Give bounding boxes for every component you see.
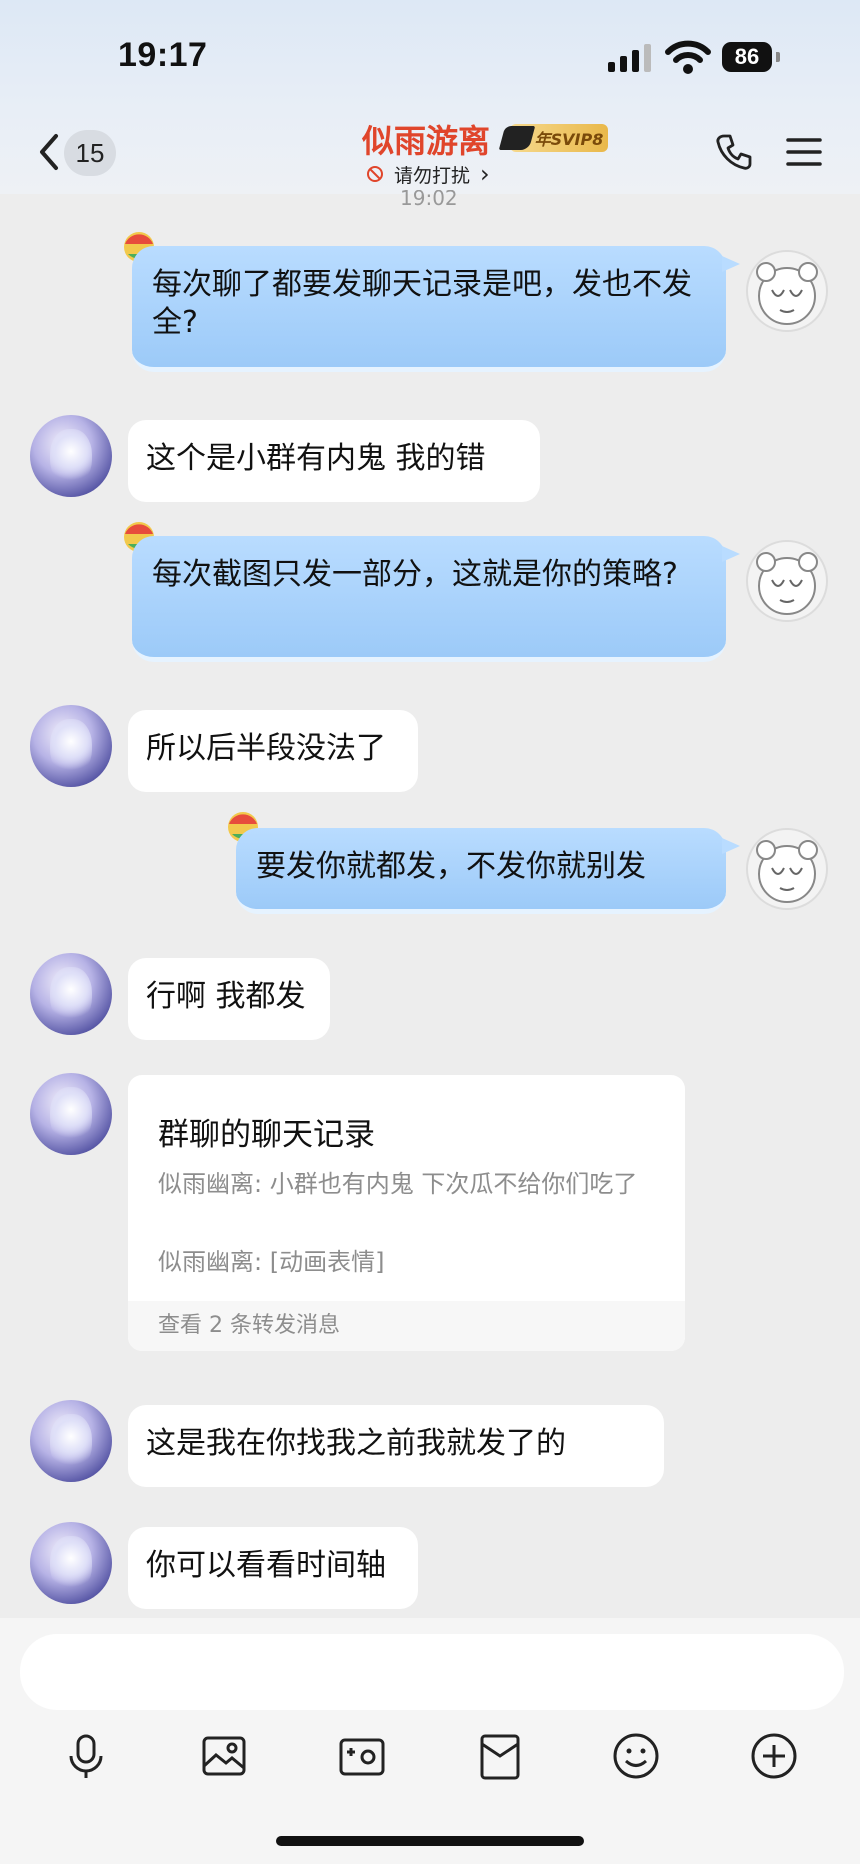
battery-cap xyxy=(776,52,780,62)
contact-name[interactable]: 似雨游离 xyxy=(362,116,490,162)
forward-title: 群聊的聊天记录 xyxy=(158,1117,375,1153)
message-text: 你可以看看时间轴 xyxy=(146,1548,386,1583)
message-text: 这是我在你找我之前我就发了的 xyxy=(146,1426,566,1461)
chat-header: 15 似雨游离 年SVIP8 请勿打扰 › xyxy=(0,110,860,194)
self-avatar[interactable] xyxy=(746,540,828,622)
status-bar: 19:17 86 xyxy=(0,0,860,110)
message-bubble-other[interactable]: 这个是小群有内鬼 我的错 xyxy=(128,420,540,502)
unread-count-badge[interactable]: 15 xyxy=(64,130,116,176)
home-indicator xyxy=(276,1836,584,1846)
phone-icon[interactable] xyxy=(714,132,754,172)
message-text: 行啊 我都发 xyxy=(146,979,306,1014)
message-input[interactable] xyxy=(20,1634,844,1710)
self-avatar[interactable] xyxy=(746,250,828,332)
back-chevron-icon[interactable] xyxy=(34,132,64,172)
red-packet-icon[interactable] xyxy=(472,1728,528,1784)
message-bubble-other[interactable]: 所以后半段没法了 xyxy=(128,710,418,792)
status-text: 请勿打扰 xyxy=(394,164,471,187)
contact-avatar[interactable] xyxy=(30,1073,112,1155)
input-panel xyxy=(0,1618,860,1864)
do-not-disturb-icon xyxy=(367,166,383,182)
message-bubble-other[interactable]: 行啊 我都发 xyxy=(128,958,330,1040)
battery-icon: 86 xyxy=(722,42,772,72)
svip-badge: 年SVIP8 xyxy=(498,124,608,152)
bear-face-icon xyxy=(756,262,818,325)
contact-avatar[interactable] xyxy=(30,1522,112,1604)
emoji-icon[interactable] xyxy=(608,1728,664,1784)
forwarded-chat-card[interactable]: 群聊的聊天记录 似雨幽离: 小群也有内鬼 下次瓜不给你们吃了 似雨幽离: [动画… xyxy=(128,1075,685,1351)
camera-icon[interactable] xyxy=(334,1728,390,1784)
contact-avatar[interactable] xyxy=(30,415,112,497)
contact-avatar[interactable] xyxy=(30,953,112,1035)
plus-icon[interactable] xyxy=(746,1728,802,1784)
view-forwarded-link[interactable]: 查看 2 条转发消息 xyxy=(128,1301,685,1351)
contact-avatar[interactable] xyxy=(30,1400,112,1482)
image-icon[interactable] xyxy=(196,1728,252,1784)
message-text: 每次聊了都要发聊天记录是吧，发也不发全? xyxy=(152,267,692,340)
contact-avatar[interactable] xyxy=(30,705,112,787)
battery-level: 86 xyxy=(734,44,760,69)
bear-face-icon xyxy=(756,552,818,615)
wifi-icon xyxy=(665,40,711,74)
microphone-icon[interactable] xyxy=(58,1728,114,1784)
message-text: 所以后半段没法了 xyxy=(146,731,386,766)
svip-crown-icon xyxy=(498,126,536,150)
chevron-right-icon: › xyxy=(480,160,490,188)
forward-preview-line: 似雨幽离: 小群也有内鬼 下次瓜不给你们吃了 xyxy=(158,1170,638,1198)
message-bubble-self[interactable]: 要发你就都发，不发你就别发 xyxy=(236,828,740,914)
menu-icon[interactable] xyxy=(784,134,824,170)
message-text: 这个是小群有内鬼 我的错 xyxy=(146,441,486,476)
self-avatar[interactable] xyxy=(746,828,828,910)
message-text: 要发你就都发，不发你就别发 xyxy=(256,849,646,884)
cellular-signal-icon xyxy=(608,44,651,72)
message-bubble-self[interactable]: 每次截图只发一部分，这就是你的策略? xyxy=(132,536,740,662)
message-bubble-self[interactable]: 每次聊了都要发聊天记录是吧，发也不发全? xyxy=(132,246,740,372)
bear-face-icon xyxy=(756,840,818,903)
message-bubble-other[interactable]: 这是我在你找我之前我就发了的 xyxy=(128,1405,664,1487)
clock: 19:17 xyxy=(118,36,208,74)
forward-preview-line: 似雨幽离: [动画表情] xyxy=(158,1248,385,1276)
message-bubble-other[interactable]: 你可以看看时间轴 xyxy=(128,1527,418,1609)
message-text: 每次截图只发一部分，这就是你的策略? xyxy=(152,557,678,592)
status-row[interactable]: 请勿打扰 › xyxy=(366,160,490,188)
svip-label: 年SVIP8 xyxy=(534,130,604,149)
